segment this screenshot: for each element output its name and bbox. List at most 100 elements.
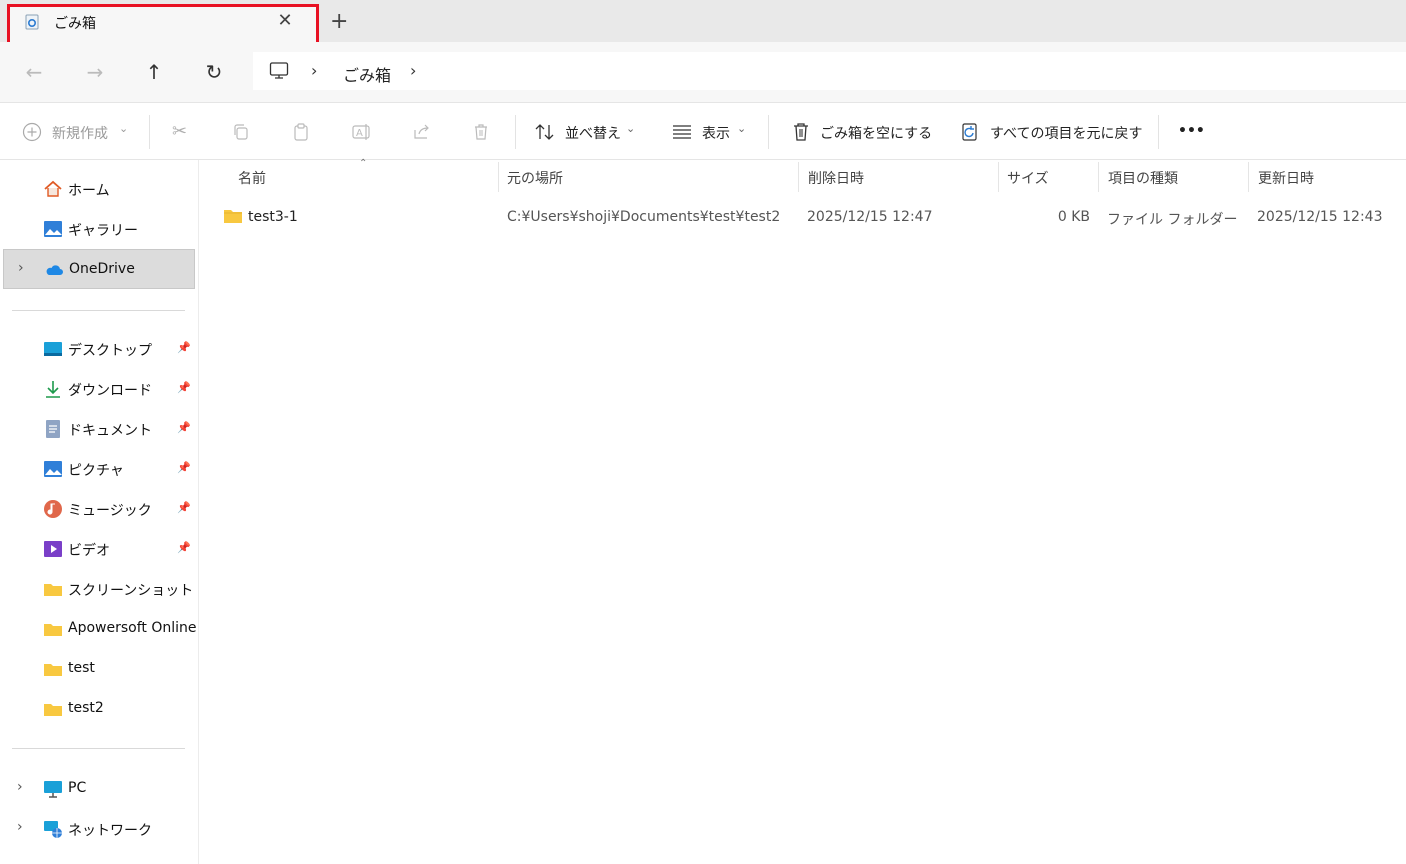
row-name: test3-1	[248, 209, 298, 225]
more-options-button[interactable]: •••	[1178, 123, 1205, 139]
expand-chevron-icon[interactable]: ›	[17, 819, 23, 835]
sort-button[interactable]: 並べ替え ⌄	[530, 118, 645, 146]
rename-icon[interactable]: A	[351, 122, 373, 146]
pin-icon[interactable]: 📌	[177, 461, 191, 474]
sidebar-item-pc[interactable]: › PC	[3, 769, 195, 809]
sidebar-item-label: OneDrive	[69, 261, 135, 277]
sidebar-item-label: ピクチャ	[68, 463, 124, 479]
pc-icon	[44, 781, 62, 798]
sidebar-item-onedrive[interactable]: › OneDrive	[3, 249, 195, 289]
pin-icon[interactable]: 📌	[177, 421, 191, 434]
sidebar-item-label: ビデオ	[68, 543, 110, 559]
sidebar-item-screenshots[interactable]: スクリーンショット	[3, 569, 195, 609]
row-size: 0 KB	[1057, 209, 1090, 225]
share-icon[interactable]	[412, 122, 432, 146]
sidebar-item-desktop[interactable]: デスクトップ 📌	[3, 329, 195, 369]
breadcrumb-chevron-icon[interactable]: ›	[311, 61, 317, 80]
pin-icon[interactable]: 📌	[177, 541, 191, 554]
view-button[interactable]: 表示 ⌄	[668, 118, 758, 146]
sidebar-divider	[12, 310, 185, 311]
sidebar-item-home[interactable]: ホーム	[3, 169, 195, 209]
video-icon	[44, 541, 62, 557]
sidebar-item-apowersoft[interactable]: Apowersoft Online	[3, 609, 197, 649]
column-divider[interactable]	[798, 162, 799, 192]
sidebar-item-music[interactable]: ミュージック 📌	[3, 489, 195, 529]
column-header-size[interactable]: サイズ	[1007, 168, 1049, 188]
sidebar-item-gallery[interactable]: ギャラリー	[3, 209, 195, 249]
delete-icon[interactable]	[471, 122, 491, 146]
refresh-button[interactable]: ↻	[202, 60, 226, 84]
sidebar-item-label: ミュージック	[68, 503, 152, 519]
chevron-down-icon: ⌄	[626, 122, 636, 135]
restore-icon	[962, 123, 977, 141]
sidebar-item-label: ネットワーク	[68, 823, 152, 839]
column-divider[interactable]	[998, 162, 999, 192]
sidebar-item-label: ギャラリー	[68, 223, 138, 239]
expand-chevron-icon[interactable]: ›	[18, 260, 24, 276]
back-button[interactable]: ←	[22, 60, 46, 84]
view-label: 表示	[702, 126, 730, 142]
sidebar-item-documents[interactable]: ドキュメント 📌	[3, 409, 195, 449]
sidebar-item-downloads[interactable]: ダウンロード 📌	[3, 369, 195, 409]
breadcrumb[interactable]: ごみ箱	[343, 62, 391, 86]
row-date-modified: 2025/12/15 12:43	[1257, 209, 1383, 225]
column-header-name[interactable]: 名前	[238, 168, 266, 188]
new-tab-button[interactable]: +	[330, 9, 348, 34]
toolbar-divider	[515, 115, 516, 149]
sidebar-item-test2[interactable]: test2	[3, 689, 195, 729]
sidebar-item-label: ドキュメント	[68, 423, 152, 439]
folder-icon	[44, 584, 62, 596]
column-header-type[interactable]: 項目の種類	[1108, 168, 1178, 188]
column-divider[interactable]	[1098, 162, 1099, 192]
row-type: ファイル フォルダー	[1107, 212, 1238, 228]
sidebar-item-label: Apowersoft Online	[68, 620, 197, 636]
expand-chevron-icon[interactable]: ›	[17, 779, 23, 795]
up-button[interactable]: ↑	[142, 60, 166, 84]
folder-icon	[44, 704, 62, 716]
column-header-date-modified[interactable]: 更新日時	[1258, 168, 1314, 188]
copy-icon[interactable]	[231, 122, 251, 146]
sidebar-item-label: test2	[68, 700, 104, 716]
sidebar-item-label: test	[68, 660, 95, 676]
sidebar-item-label: PC	[68, 780, 87, 796]
forward-button[interactable]: →	[83, 60, 107, 84]
empty-recycle-bin-button[interactable]: ごみ箱を空にする	[788, 118, 933, 146]
toolbar-divider	[149, 115, 150, 149]
paste-icon[interactable]	[291, 122, 311, 146]
new-label: 新規作成	[52, 126, 108, 142]
sidebar-item-label: デスクトップ	[68, 343, 152, 359]
sidebar-item-videos[interactable]: ビデオ 📌	[3, 529, 195, 569]
pin-icon[interactable]: 📌	[177, 501, 191, 514]
trash-icon	[794, 123, 808, 141]
document-icon	[46, 420, 60, 438]
sidebar-item-test[interactable]: test	[3, 649, 195, 689]
sidebar-item-label: ダウンロード	[68, 383, 152, 399]
restore-all-button[interactable]: すべての項目を元に戻す	[957, 118, 1147, 146]
column-header-original-location[interactable]: 元の場所	[507, 168, 563, 188]
chevron-down-icon: ⌄	[119, 122, 129, 135]
cut-icon[interactable]: ✂	[172, 121, 187, 142]
onedrive-cloud-icon	[46, 265, 63, 275]
gallery-icon	[44, 221, 62, 237]
monitor-icon	[269, 61, 289, 85]
download-icon	[46, 381, 60, 398]
sort-ascending-icon: ⌃	[359, 158, 368, 169]
row-date-deleted: 2025/12/15 12:47	[807, 209, 933, 225]
sidebar-item-label: スクリーンショット	[68, 583, 194, 599]
address-bar[interactable]	[253, 52, 1406, 90]
column-divider[interactable]	[1248, 162, 1249, 192]
pin-icon[interactable]: 📌	[177, 381, 191, 394]
sidebar-item-pictures[interactable]: ピクチャ 📌	[3, 449, 195, 489]
row-original-location: C:¥Users¥shoji¥Documents¥test¥test2	[507, 209, 781, 225]
view-list-icon	[673, 125, 691, 139]
column-divider[interactable]	[498, 162, 499, 192]
toolbar-divider	[768, 115, 769, 149]
new-button[interactable]: 新規作成 ⌄	[20, 118, 135, 146]
breadcrumb-chevron-icon[interactable]: ›	[410, 61, 416, 80]
column-header-date-deleted[interactable]: 削除日時	[808, 168, 864, 188]
sidebar-item-network[interactable]: › ネットワーク	[3, 809, 195, 849]
sidebar-divider	[12, 748, 185, 749]
sort-icon	[535, 124, 554, 140]
restore-all-label: すべての項目を元に戻す	[990, 126, 1143, 142]
pin-icon[interactable]: 📌	[177, 341, 191, 354]
